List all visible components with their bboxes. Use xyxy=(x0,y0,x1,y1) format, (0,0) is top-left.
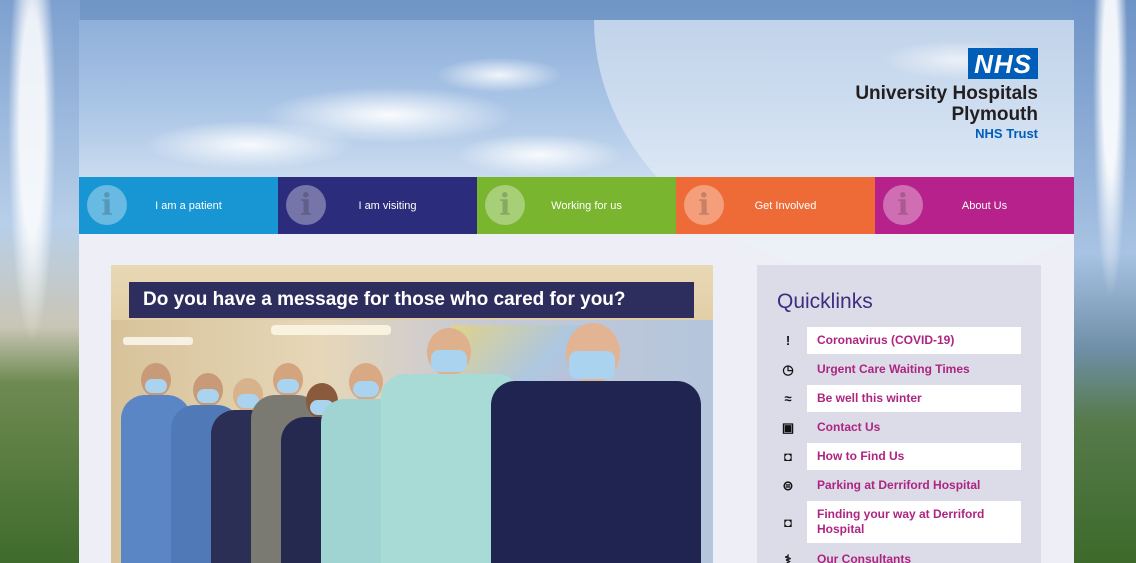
nav-item-visiting[interactable]: i I am visiting xyxy=(278,177,477,234)
quicklinks-title: Quicklinks xyxy=(777,290,873,313)
info-icon: i xyxy=(684,185,724,225)
nhs-logo[interactable]: NHS University Hospitals Plymouth NHS Tr… xyxy=(855,48,1038,142)
background-scenery-right xyxy=(1072,0,1136,563)
map-pin-icon: ◘ xyxy=(784,449,792,464)
logo-trust: NHS Trust xyxy=(975,126,1038,141)
quicklink-item[interactable]: ◷ Urgent Care Waiting Times xyxy=(777,356,1021,383)
nav-item-label: About Us xyxy=(961,199,1008,212)
quicklink-item[interactable]: ⊜ Parking at Derriford Hospital xyxy=(777,472,1021,499)
hero-banner[interactable]: Do you have a message for those who care… xyxy=(111,265,713,563)
wind-icon: ≈ xyxy=(784,391,792,406)
quicklink-label[interactable]: How to Find Us xyxy=(807,443,1021,470)
quicklink-item[interactable]: ! Coronavirus (COVID-19) xyxy=(777,327,1021,354)
quicklink-label[interactable]: Contact Us xyxy=(807,414,1021,441)
quicklink-label[interactable]: Urgent Care Waiting Times xyxy=(807,356,1021,383)
quicklink-item[interactable]: ▣ Contact Us xyxy=(777,414,1021,441)
nav-item-get-involved[interactable]: i Get Involved xyxy=(676,177,875,234)
hero-headline: Do you have a message for those who care… xyxy=(129,282,694,318)
quicklink-item[interactable]: ≈ Be well this winter xyxy=(777,385,1021,412)
clock-icon: ◷ xyxy=(782,361,794,377)
nav-item-label: I am visiting xyxy=(358,199,417,212)
quicklink-item[interactable]: ◘ How to Find Us xyxy=(777,443,1021,470)
background-scenery-left xyxy=(0,0,80,563)
info-icon: i xyxy=(883,185,923,225)
quicklinks-panel: Quicklinks ! Coronavirus (COVID-19) ◷ Ur… xyxy=(757,265,1041,563)
info-icon: i xyxy=(485,185,525,225)
logo-org-line2: Plymouth xyxy=(951,104,1038,125)
nav-item-about[interactable]: i About Us xyxy=(875,177,1074,234)
hero-photo-nurse xyxy=(491,323,701,563)
logo-org-line1: University Hospitals xyxy=(855,83,1038,104)
site-header: NHS University Hospitals Plymouth NHS Tr… xyxy=(79,20,1074,280)
info-icon: i xyxy=(87,185,127,225)
nav-item-label: Get Involved xyxy=(754,199,817,212)
hero-photo-light xyxy=(123,337,193,345)
hero-photo-light xyxy=(271,325,391,335)
website-page: NHS University Hospitals Plymouth NHS Tr… xyxy=(79,20,1074,563)
exclamation-icon: ! xyxy=(785,333,791,348)
quicklink-item[interactable]: ⚕ Our Consultants xyxy=(777,546,1021,563)
main-nav: i I am a patient i I am visiting i Worki… xyxy=(79,177,1074,234)
nav-item-patient[interactable]: i I am a patient xyxy=(79,177,278,234)
info-icon: i xyxy=(286,185,326,225)
nav-item-working[interactable]: i Working for us xyxy=(477,177,676,234)
quicklink-label[interactable]: Coronavirus (COVID-19) xyxy=(807,327,1021,354)
nav-item-label: I am a patient xyxy=(155,199,222,212)
doctor-icon: ⚕ xyxy=(784,551,792,563)
car-icon: ⊜ xyxy=(782,477,794,493)
nav-item-label: Working for us xyxy=(551,199,622,212)
nhs-badge: NHS xyxy=(968,48,1038,79)
quicklink-label[interactable]: Parking at Derriford Hospital xyxy=(807,472,1021,499)
quicklink-item[interactable]: ◘ Finding your way at Derriford Hospital xyxy=(777,501,1021,543)
quicklink-label[interactable]: Finding your way at Derriford Hospital xyxy=(807,501,1021,543)
main-content: Do you have a message for those who care… xyxy=(79,234,1074,563)
quicklink-label[interactable]: Our Consultants xyxy=(807,546,1021,563)
map-pin-icon: ◘ xyxy=(784,514,792,530)
quicklink-label[interactable]: Be well this winter xyxy=(807,385,1021,412)
contact-card-icon: ▣ xyxy=(781,419,795,435)
